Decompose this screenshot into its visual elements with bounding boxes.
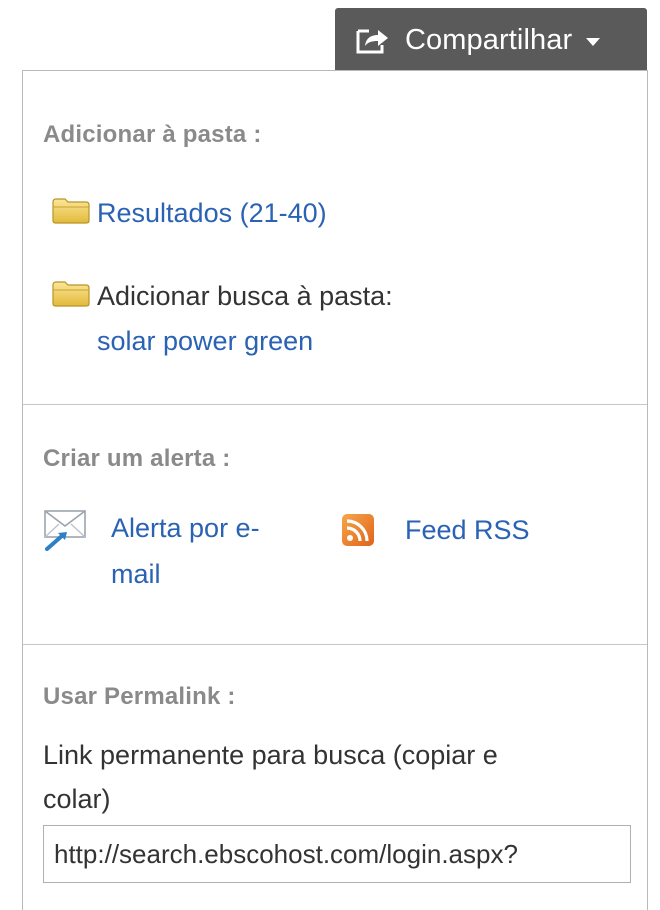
add-search-folder-row: Adicionar busca à pasta: bbox=[51, 276, 393, 316]
folder-icon bbox=[51, 197, 91, 225]
section-divider bbox=[23, 404, 647, 405]
email-alert-link[interactable]: Alerta por e- mail bbox=[111, 505, 260, 597]
search-query-link[interactable]: solar power green bbox=[97, 321, 313, 361]
chevron-down-icon bbox=[586, 38, 601, 46]
folder-icon bbox=[51, 280, 91, 308]
email-alert-row[interactable]: Alerta por e- mail bbox=[41, 505, 260, 597]
create-alert-heading: Criar um alerta : bbox=[43, 445, 231, 472]
email-alert-text-line1[interactable]: Alerta por e- bbox=[111, 505, 260, 551]
rss-feed-row[interactable]: Feed RSS bbox=[341, 511, 530, 549]
permalink-url-field[interactable] bbox=[43, 825, 631, 883]
section-divider bbox=[23, 644, 647, 645]
add-search-label: Adicionar busca à pasta: bbox=[97, 281, 393, 311]
share-button-label: Compartilhar bbox=[405, 23, 573, 56]
rss-feed-link[interactable]: Feed RSS bbox=[405, 511, 530, 549]
permalink-description-line1: Link permanente para busca (copiar e bbox=[43, 740, 498, 770]
permalink-heading: Usar Permalink : bbox=[43, 683, 236, 710]
share-icon bbox=[355, 25, 391, 55]
rss-icon bbox=[341, 513, 375, 547]
share-button[interactable]: Compartilhar bbox=[335, 8, 647, 72]
share-dropdown-panel: Adicionar à pasta : Resultados (21-40) A… bbox=[22, 70, 648, 910]
email-alert-text-line2[interactable]: mail bbox=[111, 551, 260, 597]
add-to-folder-heading: Adicionar à pasta : bbox=[43, 121, 262, 148]
share-dropdown-widget: Compartilhar Adicionar à pasta : Resulta… bbox=[0, 0, 660, 910]
email-alert-icon bbox=[41, 507, 89, 551]
permalink-description-line2: colar) bbox=[43, 784, 111, 814]
results-link[interactable]: Resultados (21-40) bbox=[97, 193, 327, 233]
results-folder-row[interactable]: Resultados (21-40) bbox=[51, 193, 327, 233]
permalink-description: Link permanente para busca (copiar e col… bbox=[43, 733, 498, 821]
